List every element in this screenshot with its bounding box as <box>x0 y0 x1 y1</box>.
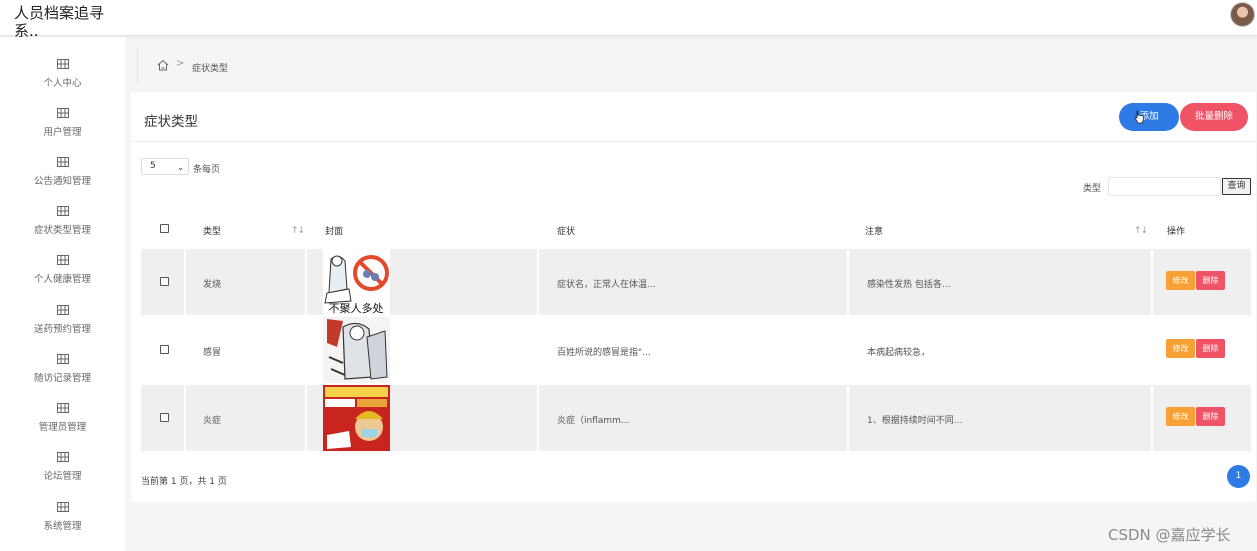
search-label: 类型 <box>1083 184 1102 194</box>
per-page-label: 条每页 <box>193 165 221 175</box>
card-header: 症状类型 添加 批量删除 <box>131 92 1256 142</box>
column-header-type: 类型 <box>203 227 222 237</box>
grid-icon <box>56 157 69 167</box>
user-avatar[interactable] <box>1230 2 1255 27</box>
sidebar-item-followup[interactable]: 随访记录管理 <box>0 354 125 403</box>
delete-button[interactable]: 删除 <box>1196 407 1225 426</box>
sidebar-item-label: 公告通知管理 <box>33 176 91 187</box>
sidebar-item-admins[interactable]: 管理员管理 <box>0 403 125 452</box>
table-row: 发烧 不聚人多处 症状名，正常人在体温... 感染性发热 包括各... 修改 删… <box>141 249 1251 315</box>
cell-note: 感染性发热 包括各... <box>867 280 951 290</box>
sidebar-item-health[interactable]: 个人健康管理 <box>0 255 125 304</box>
search-button[interactable]: 查询 <box>1222 178 1251 195</box>
pagination-info: 当前第 1 页，共 1 页 <box>141 477 227 487</box>
grid-icon <box>56 59 69 69</box>
home-icon[interactable] <box>157 59 169 71</box>
cover-image[interactable] <box>323 317 390 383</box>
edit-button[interactable]: 修改 <box>1166 407 1195 426</box>
grid-icon <box>56 354 69 364</box>
sidebar-item-label: 症状类型管理 <box>33 225 91 236</box>
grid-icon <box>56 502 69 512</box>
sidebar-item-symptom-types[interactable]: 症状类型管理 <box>0 206 125 255</box>
sidebar-item-label: 个人中心 <box>43 78 82 89</box>
grid-icon <box>56 255 69 265</box>
sidebar-item-personal-center[interactable]: 个人中心 <box>0 59 125 108</box>
grid-icon <box>56 452 69 462</box>
column-header-note: 注意 <box>865 227 884 237</box>
row-checkbox[interactable] <box>160 345 169 354</box>
sidebar-item-label: 用户管理 <box>43 127 82 138</box>
cover-image[interactable]: 不聚人多处 <box>323 249 390 315</box>
column-header-symptom: 症状 <box>557 227 576 237</box>
hand-cursor-icon <box>1134 110 1144 124</box>
column-header-cover: 封面 <box>325 227 344 237</box>
cell-symptom: 百姓所说的感冒是指"... <box>557 348 651 358</box>
sidebar-item-label: 论坛管理 <box>43 471 82 482</box>
grid-icon <box>56 403 69 413</box>
table-row: 感冒 百姓所说的感冒是指"... 本病起病较急， 修改 删除 <box>141 317 1251 383</box>
sidebar-item-label: 送药预约管理 <box>33 324 91 335</box>
grid-icon <box>56 206 69 216</box>
search-input[interactable] <box>1108 177 1221 196</box>
sidebar-item-label: 个人健康管理 <box>33 274 91 285</box>
page-size-select[interactable]: 5 ⌄ <box>141 158 189 175</box>
page-size-value: 5 <box>150 161 156 171</box>
sidebar-item-notices[interactable]: 公告通知管理 <box>0 157 125 206</box>
app-title: 人员档案追寻系.. <box>14 4 105 40</box>
page-number-button[interactable]: 1 <box>1227 465 1250 488</box>
sidebar-item-users[interactable]: 用户管理 <box>0 108 125 157</box>
edit-button[interactable]: 修改 <box>1166 339 1195 358</box>
sort-icon[interactable]: ↑↓ <box>1134 226 1148 236</box>
cover-image[interactable] <box>323 385 390 451</box>
sidebar-item-medicine-booking[interactable]: 送药预约管理 <box>0 305 125 354</box>
chevron-down-icon: ⌄ <box>177 163 184 172</box>
delete-button[interactable]: 删除 <box>1196 339 1225 358</box>
delete-button[interactable]: 删除 <box>1196 271 1225 290</box>
table-row: 炎症 炎症（inflamm... 1、根据持续时间不同... 修改 删除 <box>141 385 1251 451</box>
cover-caption: 不聚人多处 <box>329 301 384 315</box>
add-button[interactable]: 添加 <box>1119 103 1179 131</box>
watermark: CSDN @嘉应学长 <box>1108 526 1231 544</box>
main-card: 症状类型 添加 批量删除 5 ⌄ 条每页 类型 查询 类型 ↑↓ 封面 症状 注… <box>131 92 1256 502</box>
cell-symptom: 症状名，正常人在体温... <box>557 280 656 290</box>
breadcrumb-current: 症状类型 <box>192 64 229 74</box>
sidebar-item-label: 随访记录管理 <box>33 373 91 384</box>
sidebar-item-label: 管理员管理 <box>38 422 87 433</box>
sidebar-item-label: 系统管理 <box>43 521 82 532</box>
cell-symptom: 炎症（inflamm... <box>557 416 630 426</box>
sidebar-item-system[interactable]: 系统管理 <box>0 502 125 551</box>
cell-note: 1、根据持续时间不同... <box>867 416 963 426</box>
grid-icon <box>56 305 69 315</box>
select-all-checkbox[interactable] <box>160 224 169 233</box>
cell-note: 本病起病较急， <box>867 348 931 358</box>
breadcrumb-separator: > <box>176 58 185 69</box>
top-header: 人员档案追寻系.. <box>0 0 1257 40</box>
row-checkbox[interactable] <box>160 277 169 286</box>
column-header-actions: 操作 <box>1167 227 1186 237</box>
batch-delete-button[interactable]: 批量删除 <box>1180 103 1248 131</box>
breadcrumb: > 症状类型 <box>137 47 1250 85</box>
sidebar: 个人中心 用户管理 公告通知管理 症状类型管理 个人健康管理 送药预约管理 随访… <box>0 37 125 551</box>
sidebar-item-forum[interactable]: 论坛管理 <box>0 452 125 501</box>
page-title: 症状类型 <box>144 114 198 130</box>
sort-icon[interactable]: ↑↓ <box>291 226 305 236</box>
cell-type: 发烧 <box>203 280 222 290</box>
table-header: 类型 ↑↓ 封面 症状 注意 ↑↓ 操作 <box>141 211 1251 249</box>
cell-type: 感冒 <box>203 348 222 358</box>
grid-icon <box>56 108 69 118</box>
cell-type: 炎症 <box>203 416 222 426</box>
edit-button[interactable]: 修改 <box>1166 271 1195 290</box>
row-checkbox[interactable] <box>160 413 169 422</box>
